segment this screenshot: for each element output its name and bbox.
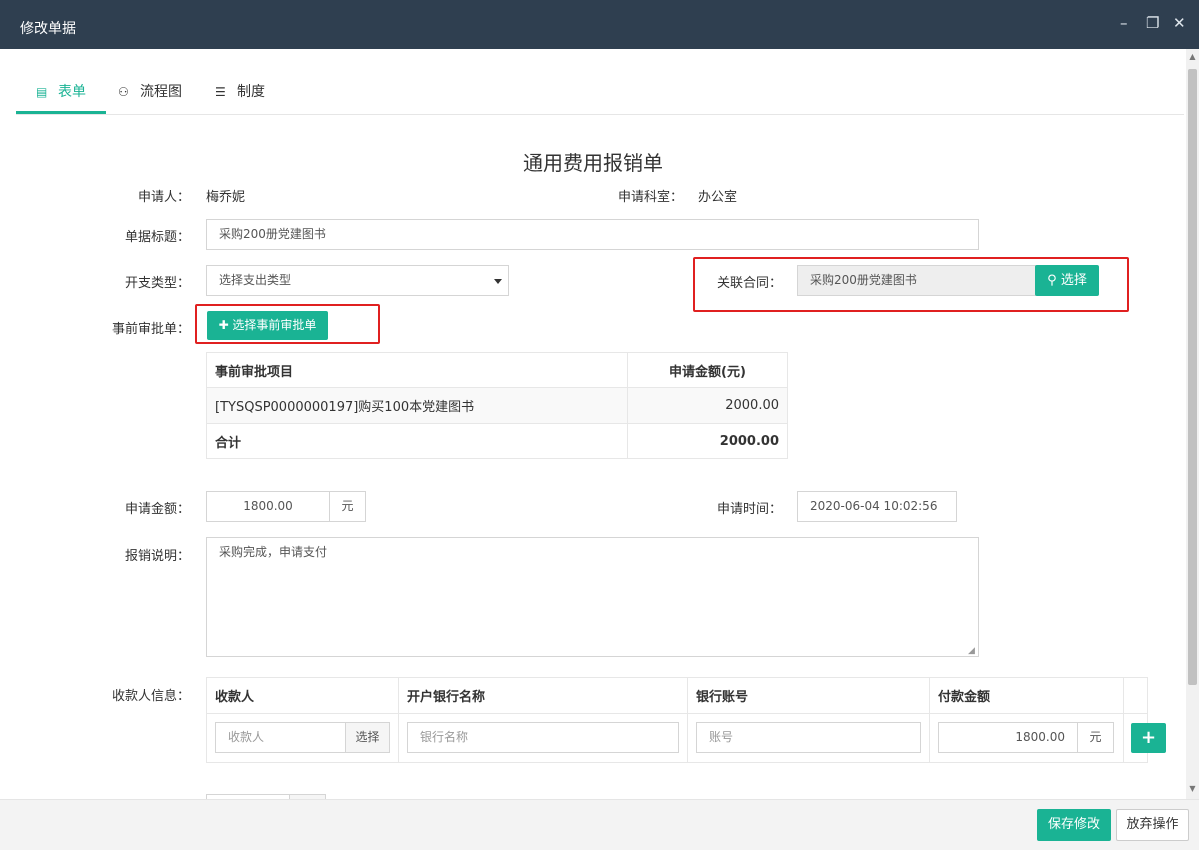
amount-unit: 元 xyxy=(329,491,366,522)
window-titlebar: 修改单据 – ❐ ✕ xyxy=(0,0,1199,49)
close-icon[interactable]: ✕ xyxy=(1173,14,1186,32)
table-header-cell: 申请金额(元) xyxy=(627,352,788,388)
desc-label: 报销说明： xyxy=(124,549,190,564)
table-header-cell: 开户银行名称 xyxy=(398,677,688,714)
discard-button[interactable]: 放弃操作 xyxy=(1116,809,1189,841)
window-title: 修改单据 xyxy=(20,21,76,37)
preapproval-table: 事前审批项目 申请金额(元) [TYSQSP0000000197]购买100本党… xyxy=(206,352,788,459)
time-label: 申请时间： xyxy=(716,502,782,517)
table-cell: [TYSQSP0000000197]购买100本党建图书 xyxy=(206,387,628,424)
payee-placeholder: 收款人 xyxy=(228,730,265,744)
scroll-up-icon[interactable]: ▲ xyxy=(1188,52,1197,61)
payee-input[interactable]: 收款人 xyxy=(215,722,346,753)
contract-select-button[interactable]: ⚲ 选择 xyxy=(1035,265,1099,296)
add-payee-button[interactable]: + xyxy=(1131,723,1166,753)
contract-select-label: 选择 xyxy=(1060,273,1087,288)
contract-label: 关联合同： xyxy=(716,276,782,291)
tab-policy-label: 制度 xyxy=(237,84,265,100)
applicant-value: 梅乔妮 xyxy=(206,190,246,205)
search-icon: ⚲ xyxy=(1047,273,1057,288)
list-icon: ☰ xyxy=(215,85,226,99)
tab-flowchart-label: 流程图 xyxy=(140,84,182,100)
account-input[interactable]: 账号 xyxy=(696,722,921,753)
bank-name-input[interactable]: 银行名称 xyxy=(407,722,679,753)
table-header-cell: 银行账号 xyxy=(687,677,930,714)
scroll-down-icon[interactable]: ▼ xyxy=(1188,784,1197,793)
maximize-icon[interactable]: ❐ xyxy=(1146,14,1159,32)
save-button[interactable]: 保存修改 xyxy=(1037,809,1111,841)
footer-bar: 保存修改 放弃操作 xyxy=(0,799,1199,850)
tab-bar: ▤ 表单 ⚇ 流程图 ☰ 制度 xyxy=(16,66,1184,115)
account-placeholder: 账号 xyxy=(709,730,734,744)
amount-label: 申请金额： xyxy=(124,502,190,517)
minimize-icon[interactable]: – xyxy=(1120,14,1128,32)
form-title: 通用费用报销单 xyxy=(523,151,663,175)
dept-value: 办公室 xyxy=(698,190,738,205)
doc-title-label: 单据标题： xyxy=(124,230,190,245)
sitemap-icon: ⚇ xyxy=(118,85,129,99)
form-icon: ▤ xyxy=(36,85,48,99)
tab-form[interactable]: ▤ 表单 xyxy=(16,66,106,114)
bank-name-placeholder: 银行名称 xyxy=(420,730,469,744)
table-row: [TYSQSP0000000197]购买100本党建图书 2000.00 xyxy=(206,387,788,424)
preapproval-label: 事前审批单： xyxy=(111,322,190,337)
dept-label: 申请科室： xyxy=(617,190,683,205)
total-label: 合计 xyxy=(206,423,628,459)
applicant-label: 申请人： xyxy=(137,190,190,205)
table-cell: 2000.00 xyxy=(627,387,788,424)
payee-label: 收款人信息： xyxy=(111,689,190,704)
desc-textarea[interactable]: 采购完成，申请支付 xyxy=(206,537,979,657)
expense-type-value: 选择支出类型 xyxy=(219,273,292,287)
table-header-row: 收款人 开户银行名称 银行账号 付款金额 xyxy=(206,677,1148,714)
amount-input[interactable]: 1800.00 xyxy=(206,491,330,522)
chevron-down-icon xyxy=(494,279,502,284)
total-value: 2000.00 xyxy=(627,423,788,459)
pay-amount-unit: 元 xyxy=(1077,722,1114,753)
table-header-row: 事前审批项目 申请金额(元) xyxy=(206,352,788,388)
resize-handle-icon[interactable]: ◢ xyxy=(968,646,975,656)
table-header-cell: 收款人 xyxy=(206,677,399,714)
time-input[interactable]: 2020-06-04 10:02:56 xyxy=(797,491,957,522)
table-header-cell xyxy=(1123,677,1148,714)
select-preapproval-button[interactable]: ✚ 选择事前审批单 xyxy=(207,311,328,340)
scrollbar-thumb[interactable] xyxy=(1188,69,1197,685)
payee-select-button[interactable]: 选择 xyxy=(345,722,390,753)
doc-title-input[interactable]: 采购200册党建图书 xyxy=(206,219,979,250)
pay-amount-input[interactable]: 1800.00 xyxy=(938,722,1078,753)
table-header-cell: 付款金额 xyxy=(929,677,1124,714)
expense-type-select[interactable]: 选择支出类型 xyxy=(206,265,509,296)
expense-type-label: 开支类型： xyxy=(124,276,190,291)
table-header-cell: 事前审批项目 xyxy=(206,352,628,388)
contract-input[interactable]: 采购200册党建图书 xyxy=(797,265,1036,296)
table-total-row: 合计 2000.00 xyxy=(206,423,788,459)
tab-form-label: 表单 xyxy=(58,84,86,100)
tab-policy[interactable]: ☰ 制度 xyxy=(215,66,285,114)
scrollbar[interactable]: ▲ ▼ xyxy=(1186,49,1199,799)
tab-flowchart[interactable]: ⚇ 流程图 xyxy=(118,66,198,114)
